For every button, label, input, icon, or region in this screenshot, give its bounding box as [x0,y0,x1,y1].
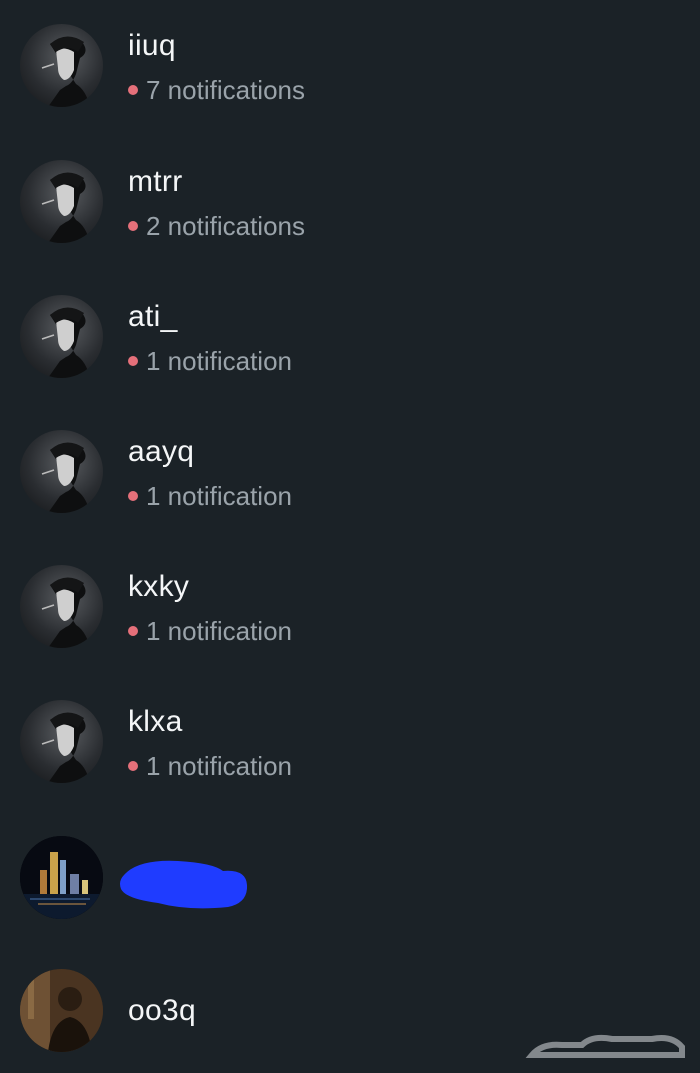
notification-dot-icon [128,491,138,501]
username: kxky [128,570,190,603]
account-row-kxky[interactable]: kxky 1 notification [0,541,700,661]
avatar [20,700,103,783]
redaction-scribble [120,860,248,909]
account-row-redacted[interactable] [0,812,700,932]
notification-count: 1 notification [128,480,292,512]
notification-dot-icon [128,221,138,231]
username: ati_ [128,300,178,333]
anime-profile-icon [41,36,90,107]
notification-count: 1 notification [128,750,292,782]
avatar [20,295,103,378]
avatar [20,24,103,107]
username: iiuq [128,29,176,62]
username: mtrr [128,165,183,198]
notification-dot-icon [128,85,138,95]
username: aayq [128,435,195,468]
notification-label: 2 notifications [146,211,305,241]
anime-profile-icon [41,577,90,648]
notification-count: 1 notification [128,345,292,377]
anime-profile-icon [41,442,90,513]
person-photo-icon [20,969,103,1052]
avatar [20,160,103,243]
notification-count: 2 notifications [128,210,305,242]
anime-profile-icon [41,712,90,783]
notification-dot-icon [128,626,138,636]
username: oo3q [128,994,196,1027]
account-row-ati[interactable]: ati_ 1 notification [0,271,700,391]
account-row-mtrr[interactable]: mtrr 2 notifications [0,136,700,256]
avatar [20,836,103,919]
anime-profile-icon [41,307,90,378]
account-row-klxa[interactable]: klxa 1 notification [0,676,700,796]
account-row-aayq[interactable]: aayq 1 notification [0,406,700,526]
username: klxa [128,705,183,738]
notification-label: 1 notification [146,481,292,511]
account-row-iiuq[interactable]: iiuq 7 notifications [0,0,700,120]
notification-count: 7 notifications [128,74,305,106]
city-night-icon [20,836,103,919]
notification-label: 1 notification [146,751,292,781]
avatar [20,565,103,648]
haraj-watermark-logo [525,1034,685,1058]
notification-count: 1 notification [128,615,292,647]
anime-profile-icon [41,172,90,243]
notification-dot-icon [128,761,138,771]
avatar [20,430,103,513]
notification-label: 7 notifications [146,75,305,105]
notification-label: 1 notification [146,616,292,646]
notification-label: 1 notification [146,346,292,376]
avatar [20,969,103,1052]
notification-dot-icon [128,356,138,366]
